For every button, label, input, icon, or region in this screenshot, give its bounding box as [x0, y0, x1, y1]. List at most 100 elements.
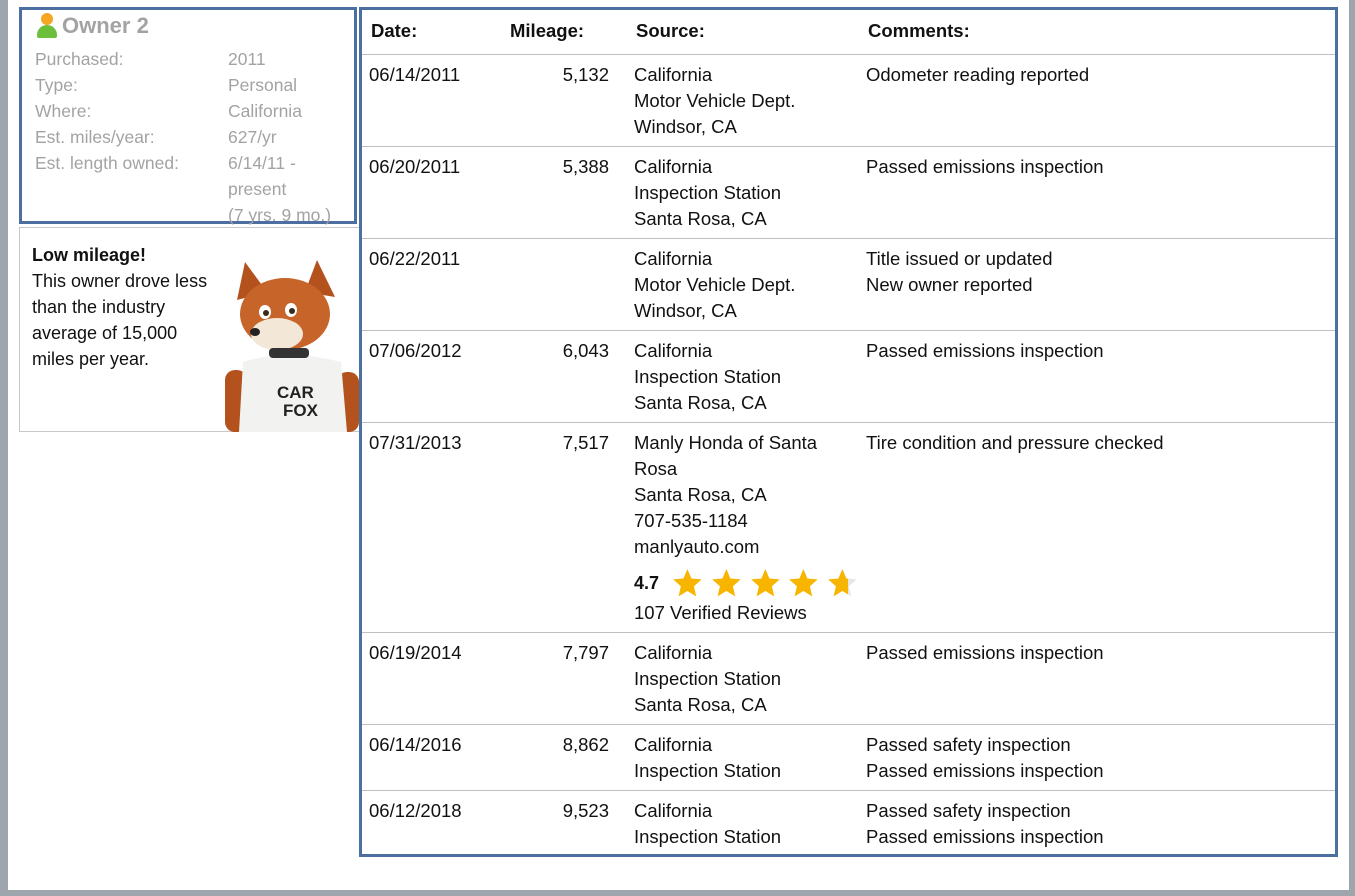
- cell-comments: Tire condition and pressure checked: [866, 430, 1326, 456]
- owner-detail-row: (7 yrs. 9 mo.): [35, 202, 331, 228]
- source-line: 707-535-1184: [634, 510, 748, 531]
- source-line: California: [634, 800, 713, 821]
- owner-detail-label: [35, 176, 228, 202]
- header-comments: Comments:: [868, 20, 970, 41]
- star-icon: [828, 569, 857, 597]
- table-row: 06/20/2011 5,388 California Inspection Stat…: [362, 146, 1335, 239]
- rating-value: 4.7: [634, 573, 660, 593]
- source-line: California: [634, 340, 713, 361]
- owner-detail-value: 2011: [228, 49, 266, 69]
- source-line: Windsor, CA: [634, 116, 737, 137]
- source-line: Inspection Station: [634, 826, 782, 847]
- cell-mileage: 8,862: [562, 734, 609, 755]
- table-row: 06/12/2018 9,523 California Inspection Stat…: [362, 790, 1335, 854]
- source-line: Inspection Station: [634, 182, 782, 203]
- comment-line: Odometer reading reported: [866, 64, 1090, 85]
- cell-mileage: 5,388: [562, 156, 609, 177]
- page-frame-right: [1349, 0, 1355, 896]
- cell-source: California Inspection Station Santa Rosa, …: [634, 640, 859, 718]
- page-frame-left: [0, 0, 8, 896]
- owner-title: Owner 2: [36, 13, 149, 39]
- header-date: Date:: [371, 20, 418, 41]
- verified-reviews-link[interactable]: 107 Verified Reviews: [634, 600, 859, 626]
- header-source: Source:: [636, 20, 705, 41]
- cell-source: California Inspection Station Santa Rosa, …: [634, 154, 859, 232]
- owner-detail-value: 6/14/11 -: [228, 153, 296, 173]
- source-line: Santa Rosa, CA: [634, 392, 767, 413]
- svg-text:CAR: CAR: [277, 383, 314, 402]
- owner-panel: Owner 2 Purchased: 2011 Type: Personal Where…: [19, 7, 357, 225]
- table-row: 06/14/2011 5,132 California Motor Vehicle D…: [362, 54, 1335, 147]
- cell-mileage: 9,523: [562, 800, 609, 821]
- source-line: California: [634, 734, 713, 755]
- owner-detail-value: (7 yrs. 9 mo.): [228, 205, 332, 225]
- source-line: Inspection Station: [634, 366, 782, 387]
- dealer-rating[interactable]: 4.7: [634, 566, 859, 600]
- cell-date: 06/22/2011: [369, 248, 461, 269]
- source-line: Rosa: [634, 458, 678, 479]
- owner-detail-label: Est. length owned:: [35, 153, 179, 173]
- source-line: California: [634, 64, 713, 85]
- source-line: Inspection Station: [634, 668, 782, 689]
- owner-detail-row: Where: California: [35, 98, 331, 124]
- cell-source: Manly Honda of Santa Rosa Santa Rosa, CA 70…: [634, 430, 859, 626]
- table-row: 06/22/2011 California Motor Vehicle Dept. W…: [362, 238, 1335, 331]
- source-line: Motor Vehicle Dept.: [634, 90, 796, 111]
- table-row: 07/31/2013 7,517 Manly Honda of Santa Rosa S…: [362, 422, 1335, 633]
- owner-detail-label: Type:: [35, 75, 78, 95]
- comment-line: Passed emissions inspection: [866, 760, 1104, 781]
- cell-comments: Passed emissions inspection: [866, 154, 1326, 180]
- table-row: 06/14/2016 8,862 California Inspection Stat…: [362, 724, 1335, 791]
- comment-line: Passed safety inspection: [866, 800, 1071, 821]
- cell-comments: Passed safety inspection Passed emissions…: [866, 732, 1326, 784]
- table-header-row: Date: Mileage: Source: Comments:: [362, 10, 1335, 55]
- comment-line: Passed emissions inspection: [866, 156, 1104, 177]
- cell-mileage: 7,517: [562, 432, 609, 453]
- owner-title-text: Owner 2: [62, 13, 149, 38]
- vehicle-history-table: Date: Mileage: Source: Comments: 06/14/2…: [359, 7, 1338, 857]
- cell-source: California Inspection Station: [634, 798, 859, 850]
- owner-detail-label: Where:: [35, 101, 92, 121]
- source-line: manlyauto.com: [634, 536, 760, 557]
- source-line: Santa Rosa, CA: [634, 484, 767, 505]
- source-line: Windsor, CA: [634, 300, 737, 321]
- cell-mileage: 6,043: [562, 340, 609, 361]
- low-mileage-card: Low mileage! This owner drove less than …: [19, 227, 360, 432]
- comment-line: Passed safety inspection: [866, 734, 1071, 755]
- source-line: California: [634, 156, 713, 177]
- carfox-mascot-icon: CAR FOX: [225, 260, 359, 432]
- owner-details: Purchased: 2011 Type: Personal Where: Califor…: [35, 46, 331, 228]
- source-line: California: [634, 248, 713, 269]
- star-icon: [673, 569, 702, 597]
- comment-line: Passed emissions inspection: [866, 340, 1104, 361]
- cell-comments: Title issued or updated New owner reporte…: [866, 246, 1326, 298]
- source-line: California: [634, 642, 713, 663]
- cell-source: California Motor Vehicle Dept. Windsor, CA: [634, 62, 859, 140]
- cell-mileage: 5,132: [562, 64, 609, 85]
- star-icon: [750, 569, 780, 597]
- comment-line: New owner reported: [866, 274, 1033, 295]
- owner-detail-label: [35, 202, 228, 228]
- header-mileage: Mileage:: [510, 20, 585, 41]
- page-frame-bottom: [0, 890, 1355, 896]
- low-mileage-text: Low mileage! This owner drove less than …: [32, 242, 222, 372]
- owner-detail-value: California: [228, 101, 302, 121]
- cell-comments: Odometer reading reported: [866, 62, 1326, 88]
- comment-line: Tire condition and pressure checked: [866, 432, 1164, 453]
- cell-comments: Passed emissions inspection: [866, 640, 1326, 666]
- owner-detail-row: Type: Personal: [35, 72, 331, 98]
- low-mileage-heading: Low mileage!: [32, 245, 147, 265]
- source-line: Santa Rosa, CA: [634, 694, 767, 715]
- cell-source: California Inspection Station Santa Rosa, …: [634, 338, 859, 416]
- comment-line: Title issued or updated: [866, 248, 1053, 269]
- owner-detail-row: Est. length owned: 6/14/11 -: [35, 150, 331, 176]
- source-line: Motor Vehicle Dept.: [634, 274, 796, 295]
- table-row: 07/06/2012 6,043 California Inspection Stat…: [362, 330, 1335, 423]
- star-icon: [789, 569, 819, 597]
- source-line: Inspection Station: [634, 760, 782, 781]
- low-mileage-body: This owner drove less than the industry …: [32, 271, 208, 369]
- table-row: 06/19/2014 7,797 California Inspection Stat…: [362, 632, 1335, 725]
- owner-detail-value: present: [228, 179, 287, 199]
- svg-text:FOX: FOX: [283, 401, 319, 420]
- owner-detail-row: present: [35, 176, 331, 202]
